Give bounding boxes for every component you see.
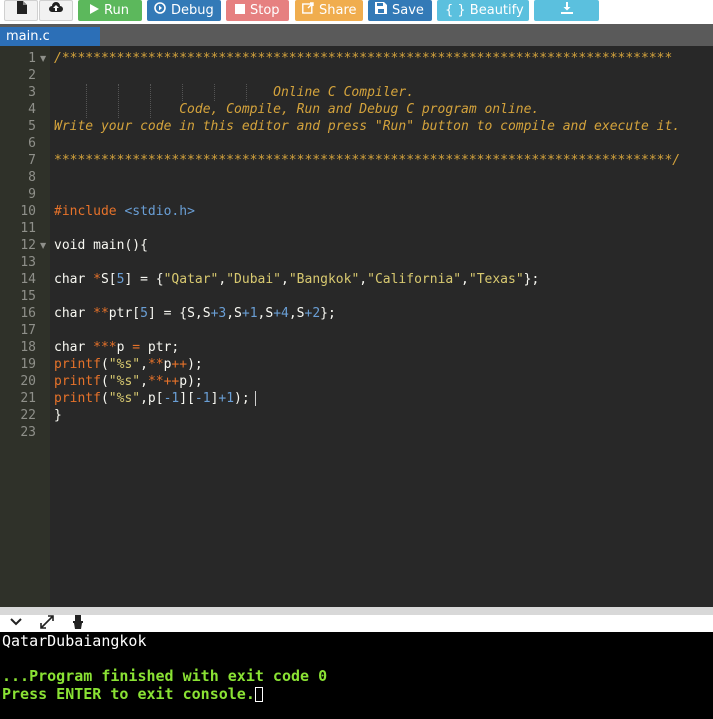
debug-button[interactable]: Debug: [147, 0, 221, 21]
line-number: 8: [28, 170, 36, 185]
code-line-18: char ***p = ptr;: [54, 340, 180, 355]
code-line-12: void main(){: [54, 238, 148, 253]
save-icon: [375, 0, 387, 21]
share-icon: [302, 0, 314, 21]
line-number: 11: [20, 221, 36, 236]
chevron-down-icon[interactable]: [10, 615, 22, 632]
debug-icon: [154, 0, 166, 21]
code-line-19: printf("%s",**p++);: [54, 357, 203, 372]
expand-icon[interactable]: [40, 615, 54, 632]
file-tab-bar: main.c: [0, 24, 713, 46]
code-line-16: char **ptr[5] = {S,S+3,S+1,S+4,S+2};: [54, 306, 336, 321]
text-cursor: [255, 391, 256, 406]
code-line-21: printf("%s",p[-1][-1]+1);: [54, 391, 250, 406]
line-number: 20: [20, 374, 36, 389]
download-icon: [560, 0, 573, 21]
code-line-22: }: [54, 408, 62, 423]
save-button[interactable]: Save: [368, 0, 432, 21]
code-line-3: Online C Compiler.: [54, 85, 415, 100]
line-number: 23: [20, 425, 36, 440]
line-number: 4: [28, 102, 36, 117]
beautify-label: { } Beautify: [445, 3, 524, 18]
tab-label: main.c: [6, 29, 50, 44]
line-number: 7: [28, 153, 36, 168]
tab-main-c[interactable]: main.c: [0, 27, 100, 46]
console-output-line: QatarDubaiangkok: [2, 632, 147, 650]
line-number: 1: [28, 51, 36, 66]
line-number: 13: [20, 255, 36, 270]
code-line-10: #include <stdio.h>: [54, 204, 195, 219]
download-button[interactable]: [534, 0, 599, 21]
code-line-5: Write your code in this editor and press…: [54, 119, 681, 134]
line-number: 22: [20, 408, 36, 423]
line-number: 6: [28, 136, 36, 151]
line-number: 5: [28, 119, 36, 134]
line-number: 12: [20, 238, 36, 253]
upload-button[interactable]: [39, 0, 73, 21]
line-number: 10: [20, 204, 36, 219]
run-button[interactable]: Run: [78, 0, 142, 21]
run-label: Run: [104, 3, 129, 18]
code-line-14: char *S[5] = {"Qatar","Dubai","Bangkok",…: [54, 272, 540, 287]
horizontal-scrollbar[interactable]: [0, 607, 713, 615]
debug-label: Debug: [171, 3, 214, 18]
line-number: 15: [20, 289, 36, 304]
console-prompt: Press ENTER to exit console.: [2, 685, 263, 703]
code-editor[interactable]: 1 2 3 4 5 6 7 8 9 10 11 12 13 14 15 16 17 18 19 20 21 22 23 ▼ …: [0, 46, 713, 607]
share-label: Share: [319, 3, 357, 18]
play-icon: [90, 0, 99, 21]
file-icon: [16, 0, 27, 21]
line-number: 18: [20, 340, 36, 355]
code-line-1: /***************************************…: [54, 51, 673, 66]
beautify-button[interactable]: { } Beautify: [437, 0, 529, 21]
line-number: 14: [20, 272, 36, 287]
line-number: 9: [28, 187, 36, 202]
toolbar: Run Debug Stop Share Save { } Beautify: [0, 0, 713, 24]
code-line-7: ****************************************…: [54, 153, 681, 168]
console-exit-message: ...Program finished with exit code 0: [2, 667, 328, 685]
code-line-20: printf("%s",**++p);: [54, 374, 203, 389]
line-number: 19: [20, 357, 36, 372]
console-toolbar: [0, 615, 713, 632]
console-cursor: [254, 687, 263, 702]
output-console[interactable]: QatarDubaiangkok ...Program finished wit…: [0, 632, 713, 719]
upload-icon: [49, 0, 63, 21]
stop-icon: [235, 0, 245, 21]
line-number: 21: [20, 391, 36, 406]
code-line-4: Code, Compile, Run and Debug C program o…: [54, 102, 540, 117]
line-number: 3: [28, 85, 36, 100]
clear-console-icon[interactable]: [72, 615, 84, 632]
save-label: Save: [392, 3, 424, 18]
stop-button[interactable]: Stop: [226, 0, 289, 21]
fold-arrow-icon[interactable]: ▼: [40, 237, 46, 254]
line-number: 16: [20, 306, 36, 321]
stop-label: Stop: [250, 3, 280, 18]
fold-arrow-icon[interactable]: ▼: [40, 50, 46, 67]
line-number: 2: [28, 68, 36, 83]
share-button[interactable]: Share: [295, 0, 363, 21]
line-number: 17: [20, 323, 36, 338]
new-file-button[interactable]: [4, 0, 38, 21]
